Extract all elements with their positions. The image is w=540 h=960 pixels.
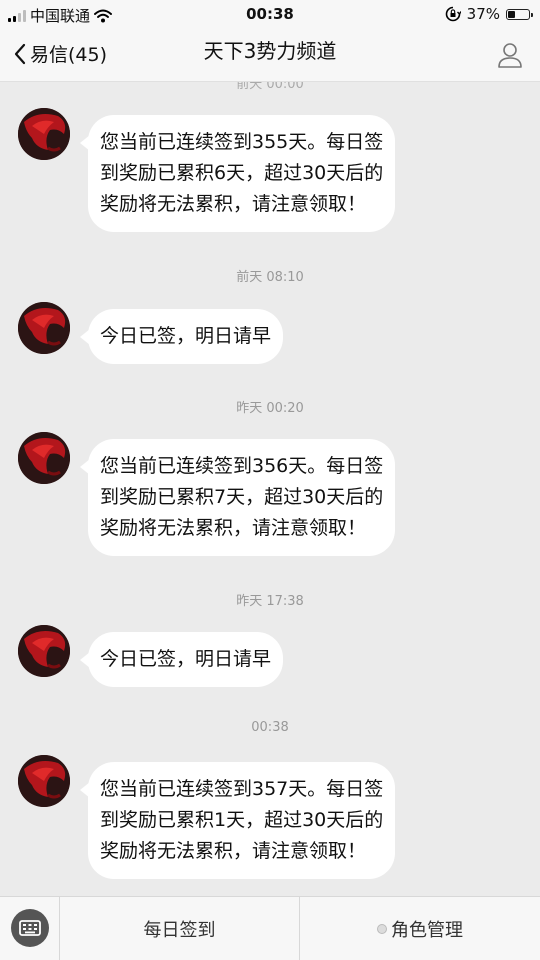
battery-icon (506, 8, 533, 20)
message-bubble: 今日已签，明日请早 (79, 632, 284, 687)
message-text-line: 今日已签，明日请早 (100, 648, 272, 670)
avatar[interactable] (18, 432, 70, 484)
daily-checkin-button[interactable]: 每日签到 (60, 897, 300, 960)
message-timestamp: 00:38 (251, 720, 289, 735)
message-text-line: 到奖励已累积1天，超过30天后的 (100, 809, 384, 831)
role-management-button[interactable]: 角色管理 (300, 897, 540, 960)
back-button[interactable]: 易信(45) (14, 40, 107, 67)
bottom-menu-bar: 每日签到 角色管理 (0, 896, 540, 960)
message-text-line: 您当前已连续签到357天。每日签 (100, 778, 384, 800)
avatar-image (18, 625, 70, 677)
message-text-line: 您当前已连续签到356天。每日签 (100, 455, 384, 477)
message-bubble: 您当前已连续签到355天。每日签 到奖励已累积6天，超过30天后的 奖励将无法累… (79, 115, 396, 232)
chevron-left-icon (14, 43, 26, 64)
avatar[interactable] (18, 108, 70, 160)
message-text-line: 到奖励已累积7天，超过30天后的 (100, 486, 384, 508)
message-text-line: 您当前已连续签到355天。每日签 (100, 131, 384, 153)
back-label: 易信(45) (30, 44, 108, 66)
avatar[interactable] (18, 625, 70, 677)
message-text-line: 奖励将无法累积，请注意领取！ (100, 517, 367, 539)
person-icon[interactable] (496, 41, 524, 69)
avatar[interactable] (18, 755, 70, 807)
message-timestamp: 前天 08:10 (236, 270, 304, 285)
avatar[interactable] (18, 302, 70, 354)
avatar-image (18, 432, 70, 484)
message-timestamp: 昨天 00:20 (236, 401, 304, 416)
message-text-line: 奖励将无法累积，请注意领取！ (100, 840, 367, 862)
nav-bar: 易信(45) 天下3势力频道 (0, 30, 540, 82)
keyboard-toggle-button[interactable] (0, 897, 60, 960)
submenu-dot-icon (377, 923, 387, 934)
message-bubble: 今日已签，明日请早 (79, 309, 284, 364)
avatar-image (18, 302, 70, 354)
message-timestamp: 昨天 17:38 (236, 594, 304, 609)
message-text-line: 到奖励已累积6天，超过30天后的 (100, 162, 384, 184)
status-right: 37% (445, 5, 533, 23)
page-title: 天下3势力频道 (203, 39, 337, 63)
message-text-line: 今日已签，明日请早 (100, 325, 272, 347)
daily-checkin-label: 每日签到 (143, 919, 216, 941)
keyboard-icon (19, 920, 41, 936)
battery-percent: 37% (466, 5, 500, 23)
keyboard-icon-background (11, 909, 49, 947)
orientation-lock-icon (445, 6, 461, 22)
avatar-image (18, 755, 70, 807)
status-bar: 中国联通 00:38 37% (0, 0, 540, 30)
battery-fill (508, 10, 515, 18)
message-bubble: 您当前已连续签到357天。每日签 到奖励已累积1天，超过30天后的 奖励将无法累… (79, 762, 396, 879)
message-timestamp: 前天 00:00 (236, 82, 304, 92)
role-management-label: 角色管理 (391, 919, 463, 941)
message-bubble: 您当前已连续签到356天。每日签 到奖励已累积7天，超过30天后的 奖励将无法累… (79, 439, 396, 556)
message-text-line: 奖励将无法累积，请注意领取！ (100, 193, 367, 215)
avatar-image (18, 108, 70, 160)
chat-area[interactable]: 前天 00:00 您当前已连续签到355天。每日签 到奖励已累积6天，超过30天… (0, 82, 540, 896)
